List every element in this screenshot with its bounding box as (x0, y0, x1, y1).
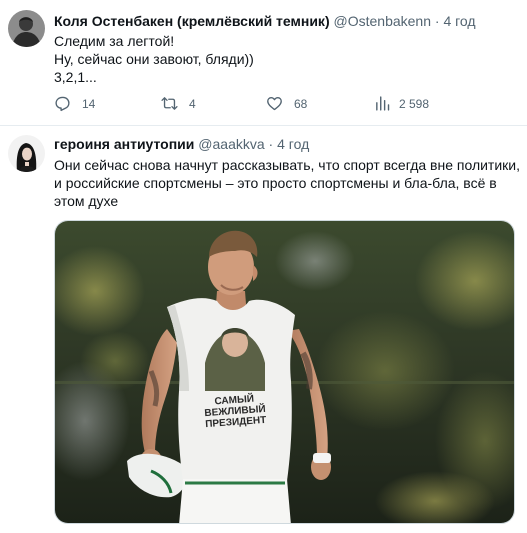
user-handle[interactable]: @aaakkva (198, 136, 264, 152)
retweet-button[interactable]: 4 (161, 95, 196, 112)
tweet[interactable]: героиня антиутопии @aaakkva · 4 год Они … (0, 125, 527, 533)
tweet-time[interactable]: 4 год (443, 13, 475, 29)
tweet-text: Они сейчас снова начнут рассказывать, чт… (54, 156, 520, 210)
tweet-text-line: Они сейчас снова начнут рассказывать, чт… (54, 157, 520, 173)
display-name[interactable]: Коля Остенбакен (кремлёвский темник) (54, 13, 330, 29)
tweet-header: Коля Остенбакен (кремлёвский темник) @Os… (54, 12, 476, 30)
tweet-header: героиня антиутопии @aaakkva · 4 год (54, 135, 309, 153)
retweet-count: 4 (189, 96, 196, 111)
tweet-photo[interactable]: САМЫЙ ВЕЖЛИВЫЙ ПРЕЗИДЕНТ (54, 220, 515, 524)
like-button[interactable]: 68 (266, 95, 307, 112)
display-name[interactable]: героиня антиутопии (54, 136, 194, 152)
avatar[interactable] (8, 10, 45, 47)
views-chart-icon (376, 96, 390, 111)
user-handle[interactable]: @Ostenbakenn (334, 13, 432, 29)
view-count: 2 598 (399, 96, 430, 111)
tweet-actions: 14 4 68 2 598 (54, 95, 454, 115)
tweet-text: Следим за легтой! Ну, сейчас они завоют,… (54, 32, 494, 86)
photo-athlete-image: САМЫЙ ВЕЖЛИВЫЙ ПРЕЗИДЕНТ (55, 221, 514, 523)
separator-dot: · (434, 13, 440, 29)
reply-count: 14 (82, 96, 96, 111)
tweet-text-line: Следим за легтой! (54, 33, 175, 49)
tweet-text-line: и российские спортсмены – это просто спо… (54, 175, 497, 191)
retweet-icon (161, 97, 178, 110)
views-button[interactable]: 2 598 (374, 95, 429, 112)
heart-icon (267, 97, 282, 111)
tweet-text-line: Ну, сейчас они завоют, бляди)) (54, 51, 254, 67)
tweet-text-line: 3,2,1... (54, 69, 97, 85)
tweet-text-line: этом духе (54, 193, 119, 209)
tweet[interactable]: Коля Остенбакен (кремлёвский темник) @Os… (0, 0, 527, 125)
avatar[interactable] (8, 135, 45, 172)
reply-button[interactable]: 14 (54, 95, 95, 112)
tweet-time[interactable]: 4 год (277, 136, 309, 152)
user-avatar-icon (8, 10, 45, 47)
reply-icon (55, 96, 70, 112)
separator-dot: · (268, 136, 274, 152)
user-avatar-icon (8, 135, 45, 172)
like-count: 68 (294, 96, 308, 111)
